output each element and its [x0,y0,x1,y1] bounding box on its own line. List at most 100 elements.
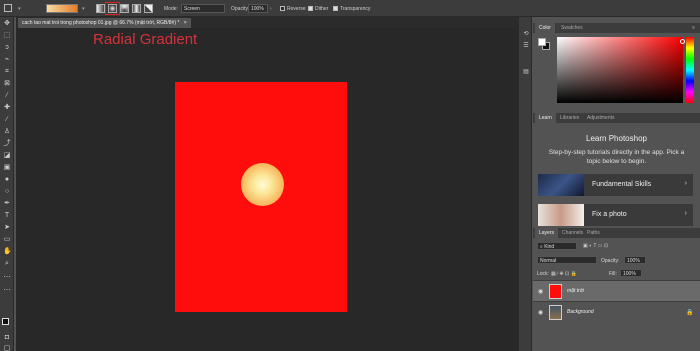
layer-name: Background [567,309,594,315]
radial-gradient-annotation: Radial Gradient [93,31,198,48]
foreground-color-swatch[interactable] [2,318,9,325]
screen-mode-icon[interactable]: ▢ [3,345,11,351]
history-brush-tool-icon[interactable]: ⤴ [3,140,11,148]
linear-gradient-button[interactable] [96,4,105,13]
close-tab-icon[interactable]: × [184,20,187,26]
fill-input[interactable]: 100% [620,269,642,277]
visibility-eye-icon[interactable]: ◉ [538,309,543,316]
hand-tool-icon[interactable]: ✋ [3,248,12,256]
brush-tool-icon[interactable]: ∕ [3,116,11,124]
mode-select[interactable]: Screen [181,4,225,13]
diamond-gradient-button[interactable] [144,4,153,13]
layers-panel-tabs: Layers Channels Paths [533,228,700,238]
frame-tool-icon[interactable]: ⊠ [3,80,11,88]
options-bar: ▾ ▾ Mode: Screen Opacity: 100% › Reverse… [0,0,700,17]
tab-color[interactable]: Color [535,23,555,33]
tool-preset-caret-icon[interactable]: ▾ [18,6,21,12]
tutorial-card-fix-a-photo[interactable]: Fix a photo › [538,204,693,226]
layer-thumbnail [549,284,562,299]
layer-row[interactable]: ◉ Background 🔒 [533,301,700,322]
eyedropper-tool-icon[interactable]: ⁄ [3,92,11,100]
document-tab[interactable]: cach tao mat troi trong photoshop 01.jpg… [18,18,191,28]
transparency-checkbox[interactable] [333,6,338,11]
history-panel-icon[interactable]: ⟲ [522,31,530,38]
saturation-brightness-field[interactable] [557,37,685,103]
crop-tool-icon[interactable]: ⌗ [3,68,11,76]
zoom-tool-icon[interactable]: ⌕ [3,260,11,268]
visibility-eye-icon[interactable]: ◉ [538,288,543,295]
tutorial-thumbnail [538,174,584,196]
tab-paths[interactable]: Paths [583,228,604,238]
document-tab-bar: cach tao mat troi trong photoshop 01.jpg… [16,17,518,28]
edit-toolbar-icon[interactable]: ⋯ [3,287,11,295]
color-picker [533,33,700,109]
angle-gradient-button[interactable] [120,4,129,13]
type-tool-icon[interactable]: T [3,212,11,220]
layer-filter-select[interactable]: ⌕ Kind [537,242,577,250]
move-tool-icon[interactable]: ✥ [3,20,11,28]
search-icon: ⌕ [540,244,543,250]
foreground-color-chip[interactable] [538,38,546,46]
eraser-tool-icon[interactable]: ◪ [3,152,11,160]
filter-kind-value: Kind [544,244,555,250]
mode-value: Screen [184,6,200,12]
learn-title: Learn Photoshop [586,134,647,143]
path-selection-tool-icon[interactable]: ➤ [3,224,11,232]
opacity-label: Opacity: [231,6,250,12]
layer-opacity-label: Opacity: [601,258,620,264]
tab-learn[interactable]: Learn [535,113,556,123]
fill-label: Fill: [609,271,617,277]
layer-opacity-input[interactable]: 100% [624,256,646,264]
reverse-label: Reverse [287,6,306,12]
color-picker-marker[interactable] [680,39,685,44]
chevron-right-icon: › [684,210,687,217]
gradient-picker-caret-icon[interactable]: ▾ [82,6,85,12]
blend-mode-select[interactable]: Normal [537,256,597,264]
lock-options-icons[interactable]: ▦ ∕ ✥ ⊡ 🔒 [551,271,577,277]
properties-panel-icon[interactable]: ☰ [522,43,530,50]
tutorial-title: Fix a photo [592,211,627,218]
gradient-tool-icon[interactable] [4,4,12,12]
layer-filter-icons[interactable]: ▣ ◐ T ▭ ⊡ [583,243,608,249]
layer-row[interactable]: ◉ mặt trời [533,280,700,301]
dither-label: Dither [315,6,329,12]
healing-brush-tool-icon[interactable]: ✚ [3,104,11,112]
learn-description: Step-by-step tutorials directly in the a… [548,149,685,165]
gradient-picker[interactable] [46,4,78,13]
layers-panel: Layers Channels Paths ⌕ Kind ▣ ◐ T ▭ ⊡ N… [533,228,700,351]
panel-menu-icon[interactable]: ≡ [688,23,699,33]
dodge-tool-icon[interactable]: ○ [3,188,11,196]
learn-panel-tabs: Learn Libraries Adjustments [533,113,700,123]
reflected-gradient-button[interactable] [132,4,141,13]
pen-tool-icon[interactable]: ✒ [3,200,11,208]
more-tools-icon[interactable]: ⋯ [3,274,11,282]
swatches-panel-icon[interactable]: ▤ [522,69,530,76]
opacity-caret-icon[interactable]: › [270,6,272,12]
sun-radial-gradient [241,163,284,206]
marquee-tool-icon[interactable]: ⬚ [3,32,11,40]
opacity-input[interactable]: 100% [248,4,268,13]
tab-swatches[interactable]: Swatches [557,23,587,33]
rectangle-tool-icon[interactable]: ▭ [3,236,11,244]
lasso-tool-icon[interactable]: ↄ [3,44,11,52]
document-canvas[interactable] [175,82,347,312]
tab-layers[interactable]: Layers [535,228,559,238]
dither-checkbox[interactable] [308,6,313,11]
collapsed-panels-strip: ⟲ ☰ ▤ [518,17,532,351]
layer-opacity-value: 100% [627,258,640,264]
mode-label: Mode: [164,6,178,12]
tab-libraries[interactable]: Libraries [556,113,583,123]
layer-thumbnail [549,305,562,320]
hue-slider[interactable] [686,37,694,103]
blur-tool-icon[interactable]: ● [3,176,11,184]
reverse-checkbox[interactable] [280,6,285,11]
tutorial-card-fundamental-skills[interactable]: Fundamental Skills › [538,174,693,196]
clone-stamp-tool-icon[interactable]: ♙ [3,128,11,136]
gradient-tool-icon[interactable]: ▣ [3,164,11,172]
learn-panel: Learn Libraries Adjustments Learn Photos… [533,113,700,228]
layers-panel-body: ⌕ Kind ▣ ◐ T ▭ ⊡ Normal Opacity: 100% Lo… [533,238,700,351]
opacity-value: 100% [251,6,264,12]
quick-select-tool-icon[interactable]: ⌁ [3,56,11,64]
tab-adjustments[interactable]: Adjustments [583,113,619,123]
quick-mask-icon[interactable]: ◘ [3,334,11,342]
